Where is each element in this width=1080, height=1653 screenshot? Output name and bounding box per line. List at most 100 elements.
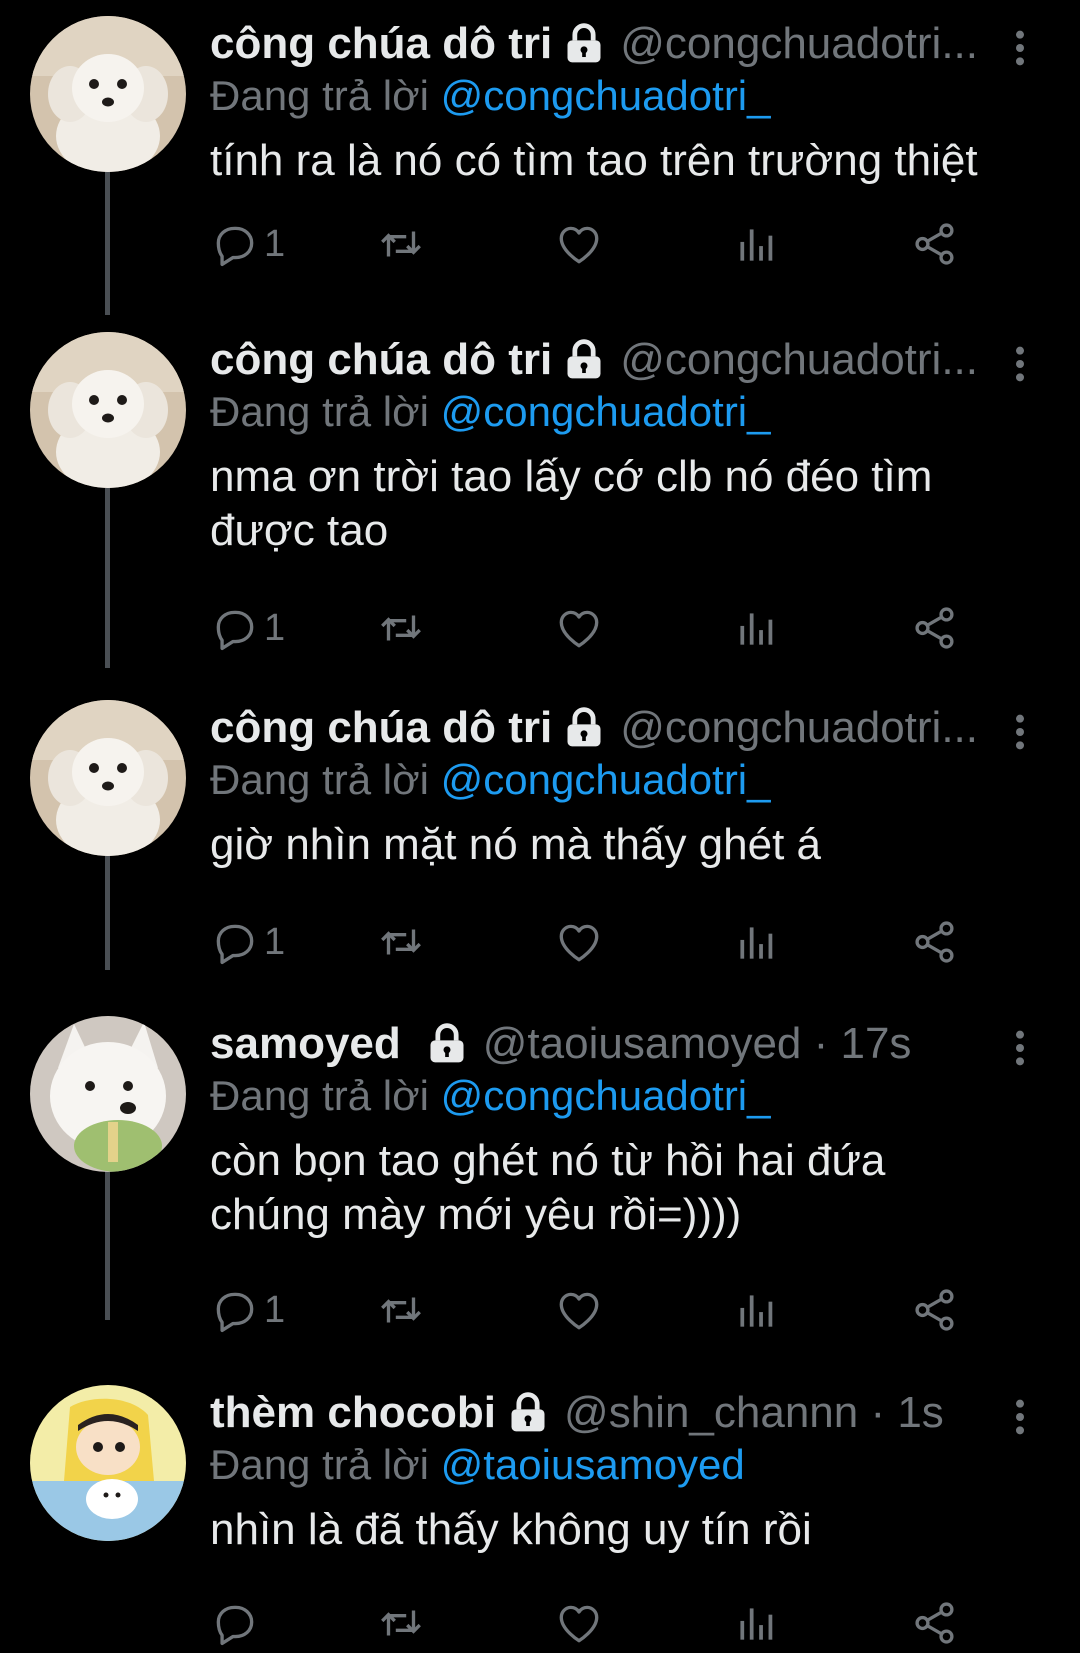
action-bar: 1	[210, 912, 1030, 972]
share-button[interactable]	[910, 598, 960, 658]
retweet-button[interactable]	[376, 1593, 426, 1653]
heart-icon	[554, 1285, 604, 1335]
display-name[interactable]: công chúa dô tri	[210, 334, 552, 386]
tweet-header: công chúa dô tri @congchuadotri...	[210, 18, 978, 70]
like-button[interactable]	[554, 598, 604, 658]
thread-line	[105, 170, 110, 315]
tweet-text: còn bọn tao ghét nó từ hồi hai đứa chúng…	[210, 1134, 1030, 1242]
reply-button[interactable]	[210, 1593, 264, 1653]
reply-context: Đang trả lời @congchuadotri_	[210, 754, 771, 806]
user-handle[interactable]: @taoiusamoyed · 17s	[483, 1018, 912, 1070]
retweet-icon	[376, 603, 426, 653]
reply-mention-link[interactable]: @congchuadotri_	[441, 756, 771, 803]
action-bar: 1	[210, 214, 1030, 274]
reply-prefix: Đang trả lời	[210, 72, 429, 119]
retweet-button[interactable]	[376, 214, 426, 274]
heart-icon	[554, 917, 604, 967]
tweet-text: tính ra là nó có tìm tao trên trường thi…	[210, 134, 1030, 188]
like-button[interactable]	[554, 214, 604, 274]
lock-icon	[562, 22, 606, 66]
retweet-button[interactable]	[376, 1280, 426, 1340]
tweet-text-line: giờ nhìn mặt nó mà thấy ghét á	[210, 820, 821, 869]
reply-prefix: Đang trả lời	[210, 1441, 429, 1488]
retweet-icon	[376, 1285, 426, 1335]
more-options-icon[interactable]	[1000, 1395, 1040, 1439]
reply-icon	[210, 603, 260, 653]
display-name[interactable]: công chúa dô tri	[210, 702, 552, 754]
heart-icon	[554, 219, 604, 269]
reply-context: Đang trả lời @congchuadotri_	[210, 1070, 771, 1122]
user-handle[interactable]: @shin_channn · 1s	[564, 1387, 944, 1439]
views-icon	[730, 1598, 780, 1648]
display-name[interactable]: samoyed	[210, 1018, 401, 1070]
more-options-icon[interactable]	[1000, 710, 1040, 754]
avatar[interactable]	[30, 1016, 186, 1172]
display-name[interactable]: công chúa dô tri	[210, 18, 552, 70]
tweet-text: nma ơn trời tao lấy cớ clb nó đéo tìm đư…	[210, 450, 1030, 558]
action-bar	[210, 1593, 1030, 1653]
thread-line	[105, 855, 110, 970]
action-bar: 1	[210, 1280, 1030, 1340]
more-options-icon[interactable]	[1000, 26, 1040, 70]
share-button[interactable]	[910, 1280, 960, 1340]
views-button[interactable]	[730, 1280, 780, 1340]
reply-mention-link[interactable]: @congchuadotri_	[441, 1072, 771, 1119]
tweet-text: giờ nhìn mặt nó mà thấy ghét á	[210, 818, 1030, 872]
views-icon	[730, 219, 780, 269]
lock-icon	[425, 1022, 469, 1066]
like-button[interactable]	[554, 912, 604, 972]
tweet-header: công chúa dô tri @congchuadotri...	[210, 334, 978, 386]
avatar[interactable]	[30, 16, 186, 172]
thread-line	[105, 1160, 110, 1320]
share-button[interactable]	[910, 214, 960, 274]
tweet-text-line: tính ra là nó có tìm tao trên trường thi…	[210, 136, 978, 185]
user-handle[interactable]: @congchuadotri...	[620, 334, 978, 386]
avatar[interactable]	[30, 1385, 186, 1541]
tweet-text-line: còn bọn tao ghét nó từ hồi hai đứa	[210, 1136, 886, 1185]
heart-icon	[554, 603, 604, 653]
reply-context: Đang trả lời @taoiusamoyed	[210, 1439, 745, 1491]
reply-count: 1	[264, 1288, 286, 1331]
like-button[interactable]	[554, 1593, 604, 1653]
retweet-icon	[376, 219, 426, 269]
retweet-icon	[376, 1598, 426, 1648]
tweet-text-line: được tao	[210, 506, 389, 555]
reply-icon	[210, 1598, 260, 1648]
views-button[interactable]	[730, 1593, 780, 1653]
reply-button[interactable]: 1	[210, 598, 285, 658]
reply-mention-link[interactable]: @congchuadotri_	[441, 72, 771, 119]
reply-prefix: Đang trả lời	[210, 388, 429, 435]
views-button[interactable]	[730, 912, 780, 972]
reply-context: Đang trả lời @congchuadotri_	[210, 70, 771, 122]
lock-icon	[506, 1391, 550, 1435]
display-name[interactable]: thèm chocobi	[210, 1387, 496, 1439]
reply-button[interactable]: 1	[210, 1280, 285, 1340]
more-options-icon[interactable]	[1000, 1026, 1040, 1070]
avatar[interactable]	[30, 700, 186, 856]
avatar-image	[30, 16, 186, 172]
reply-mention-link[interactable]: @taoiusamoyed	[441, 1441, 745, 1488]
views-button[interactable]	[730, 214, 780, 274]
reply-button[interactable]: 1	[210, 912, 285, 972]
user-handle[interactable]: @congchuadotri...	[620, 18, 978, 70]
share-icon	[910, 1285, 960, 1335]
reply-button[interactable]: 1	[210, 214, 285, 274]
retweet-button[interactable]	[376, 598, 426, 658]
views-button[interactable]	[730, 598, 780, 658]
thread-line	[105, 488, 110, 668]
like-button[interactable]	[554, 1280, 604, 1340]
reply-mention-link[interactable]: @congchuadotri_	[441, 388, 771, 435]
share-button[interactable]	[910, 1593, 960, 1653]
views-icon	[730, 1285, 780, 1335]
reply-context: Đang trả lời @congchuadotri_	[210, 386, 771, 438]
share-icon	[910, 603, 960, 653]
avatar-image	[30, 1385, 186, 1541]
share-button[interactable]	[910, 912, 960, 972]
reply-icon	[210, 219, 260, 269]
views-icon	[730, 917, 780, 967]
retweet-button[interactable]	[376, 912, 426, 972]
tweet-text: nhìn là đã thấy không uy tín rồi	[210, 1503, 1030, 1557]
user-handle[interactable]: @congchuadotri...	[620, 702, 978, 754]
avatar[interactable]	[30, 332, 186, 488]
more-options-icon[interactable]	[1000, 342, 1040, 386]
